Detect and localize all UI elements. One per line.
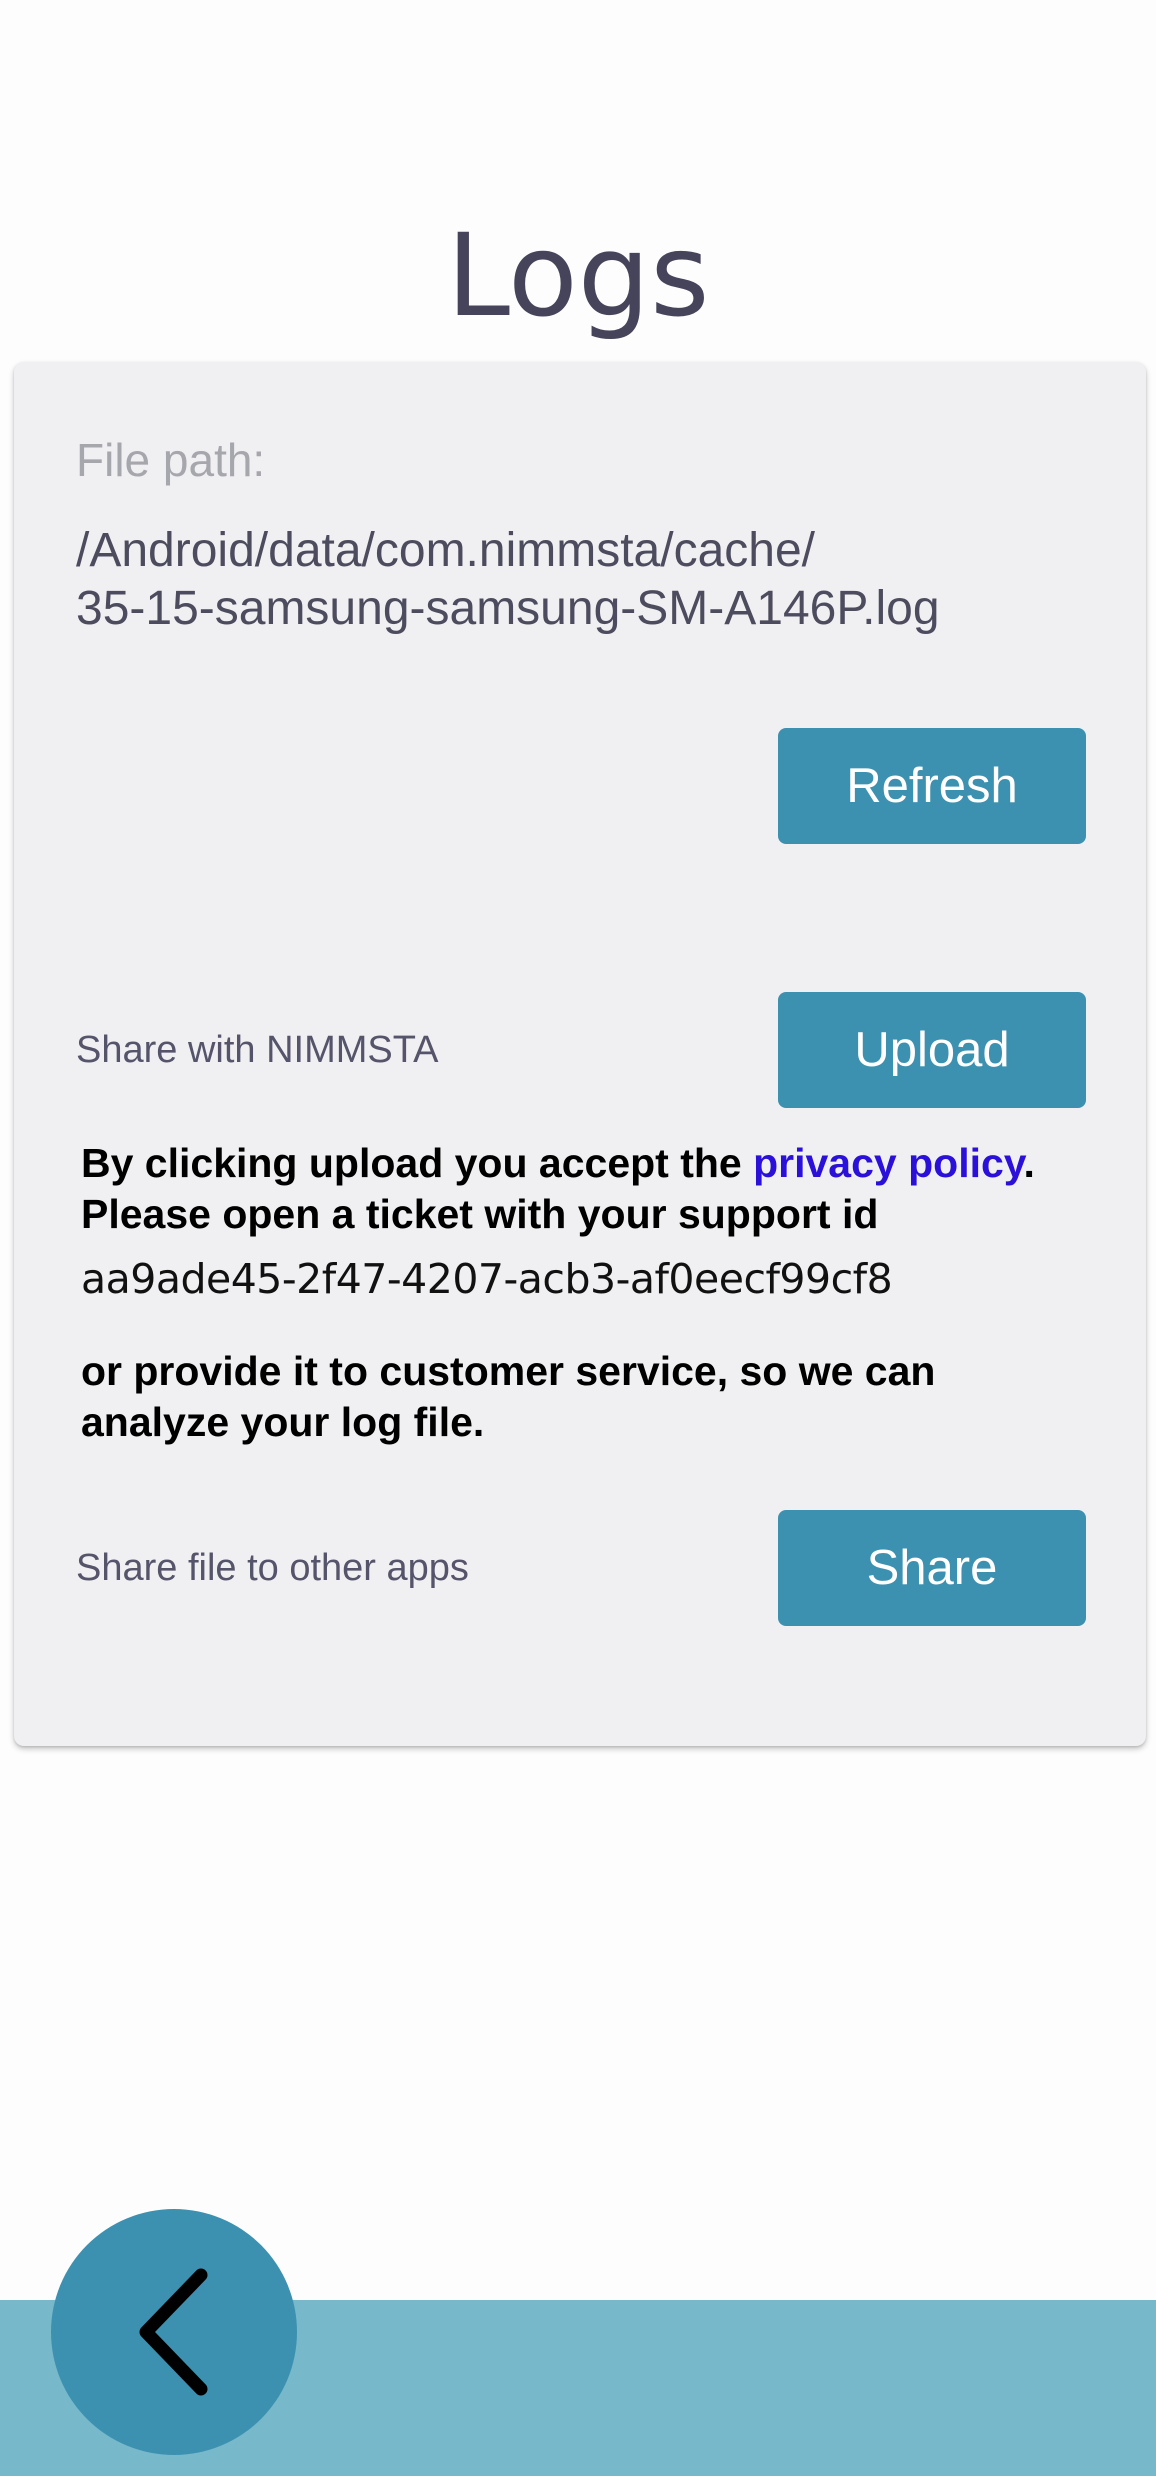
file-path-line-1: /Android/data/com.nimmsta/cache/ xyxy=(76,524,816,577)
upload-button[interactable]: Upload xyxy=(778,992,1086,1108)
chevron-left-icon xyxy=(139,2268,208,2396)
back-button[interactable] xyxy=(51,2209,297,2455)
file-path-label: File path: xyxy=(76,434,266,486)
support-id: aa9ade45-2f47-4207-acb3-af0eecf99cf8 xyxy=(81,1255,893,1303)
refresh-button[interactable]: Refresh xyxy=(778,728,1086,844)
share-button[interactable]: Share xyxy=(778,1510,1086,1626)
file-path-line-2: 35-15-samsung-samsung-SM-A146P.log xyxy=(76,582,940,635)
file-path-value: /Android/data/com.nimmsta/cache/ 35-15-s… xyxy=(76,522,1076,638)
logs-screen: Logs File path: /Android/data/com.nimmst… xyxy=(0,0,1156,2476)
page-title: Logs xyxy=(446,209,710,343)
notice-prefix: By clicking upload you accept the xyxy=(81,1140,754,1186)
share-with-nimmsta-label: Share with NIMMSTA xyxy=(76,1029,439,1071)
share-file-label: Share file to other apps xyxy=(76,1547,469,1589)
privacy-policy-link[interactable]: privacy policy xyxy=(753,1140,1023,1186)
upload-notice: By clicking upload you accept the privac… xyxy=(81,1138,1091,1240)
logs-card: File path: /Android/data/com.nimmsta/cac… xyxy=(14,362,1146,1746)
notice-closing: or provide it to customer service, so we… xyxy=(81,1348,936,1445)
